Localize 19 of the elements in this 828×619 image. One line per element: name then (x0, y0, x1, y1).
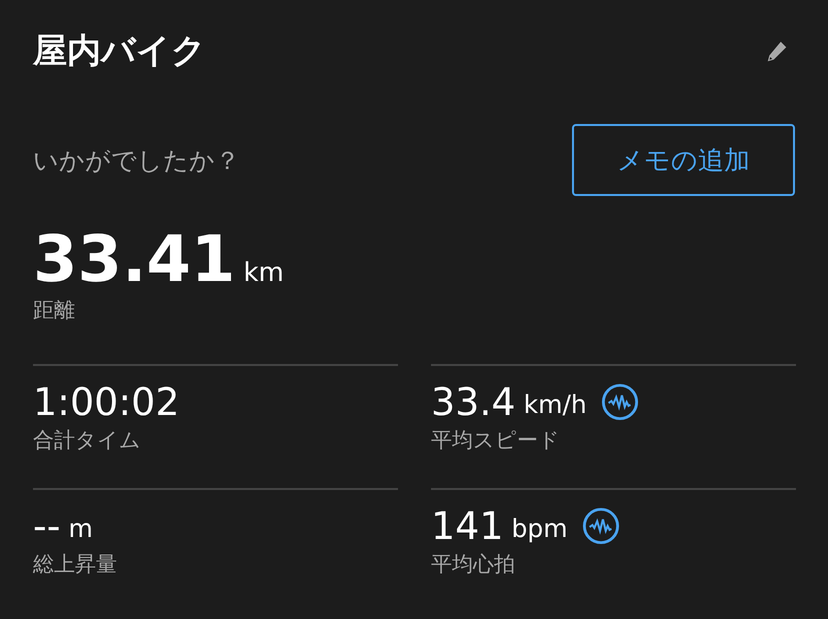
stat-label: 平均スピード (431, 427, 561, 454)
stat-unit: bpm (512, 513, 568, 545)
activity-title: 屋内バイク (33, 30, 206, 73)
stat-value: 141 (431, 503, 504, 550)
stat-value: 1:00:02 (33, 379, 180, 426)
stat-label: 合計タイム (33, 427, 142, 454)
stat-label: 総上昇量 (33, 551, 118, 578)
stat-label: 平均心拍 (431, 551, 516, 578)
heart-rate-chart-icon[interactable] (582, 507, 620, 545)
stat-unit: m (68, 513, 93, 545)
stat-value: -- (33, 503, 60, 550)
distance-value: 33.41 (33, 224, 236, 296)
distance-label: 距離 (33, 297, 76, 324)
stat-value: 33.4 (431, 379, 516, 426)
feedback-question: いかがでしたか？ (33, 144, 240, 176)
stat-unit: km/h (524, 389, 587, 421)
distance-unit: km (243, 258, 284, 288)
heart-rate-chart-icon[interactable] (600, 383, 639, 421)
add-note-button[interactable]: メモの追加 (572, 124, 795, 196)
